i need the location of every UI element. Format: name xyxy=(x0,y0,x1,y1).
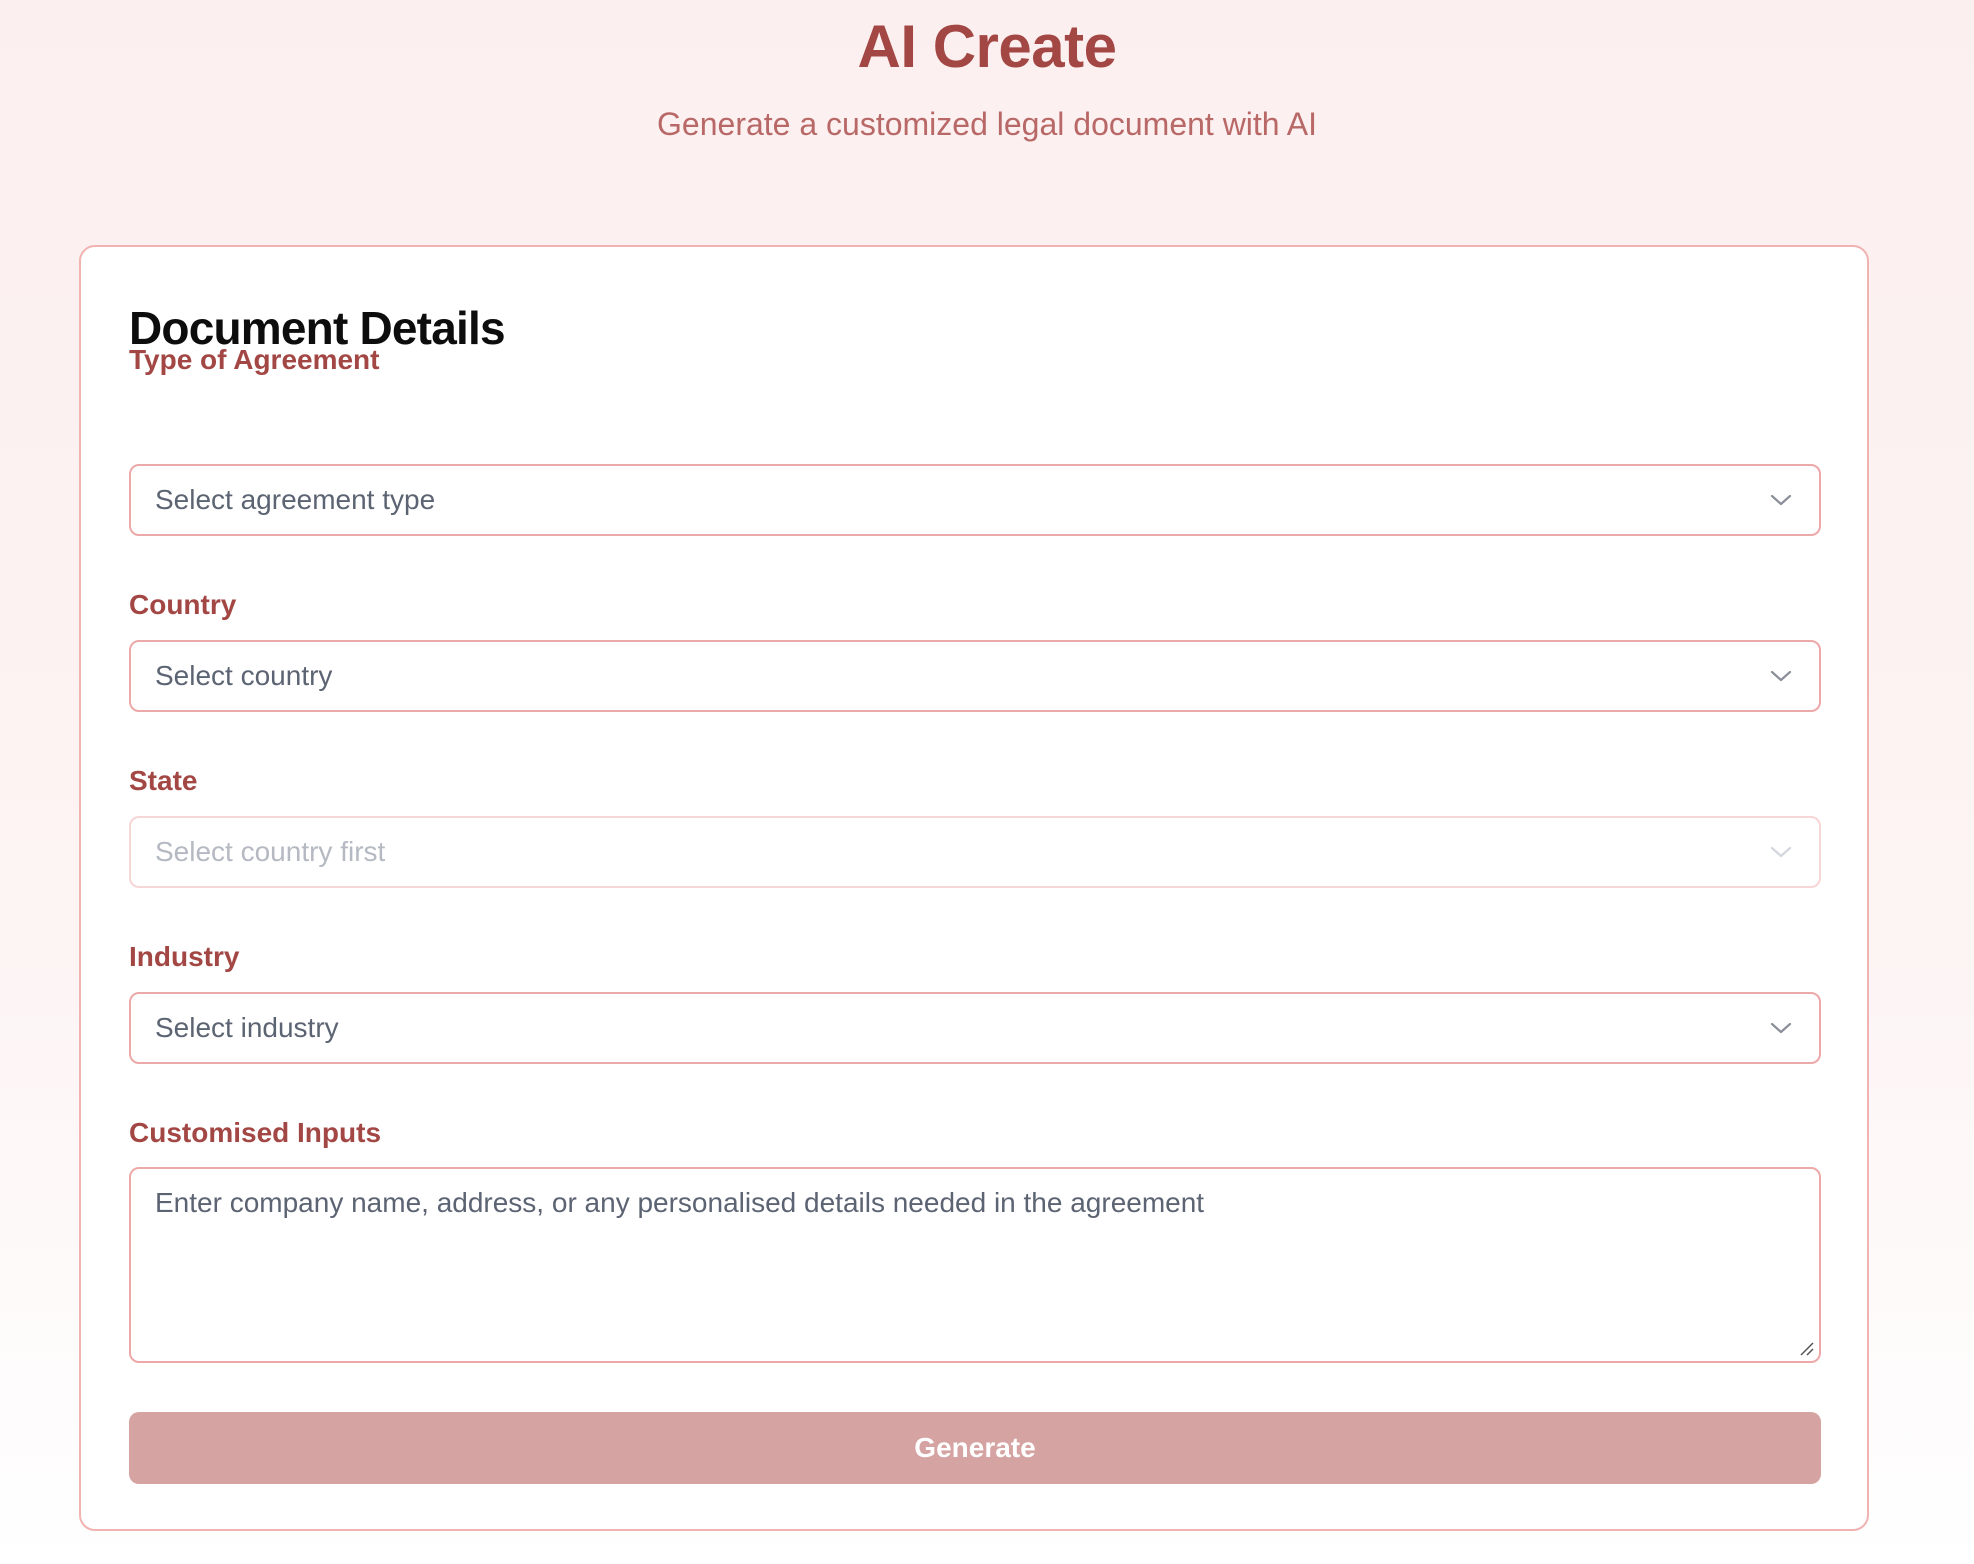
custom-inputs-placeholder: Enter company name, address, or any pers… xyxy=(155,1187,1205,1218)
state-select: Select country first xyxy=(129,816,1821,888)
agreement-type-select[interactable]: Select agreement type xyxy=(129,464,1821,536)
custom-inputs-label: Customised Inputs xyxy=(129,1117,382,1148)
generate-button[interactable]: Generate xyxy=(129,1412,1821,1484)
chevron-down-icon xyxy=(1769,490,1793,510)
industry-placeholder: Select industry xyxy=(155,1012,339,1043)
chevron-down-icon xyxy=(1769,842,1793,862)
agreement-type-placeholder: Select agreement type xyxy=(155,484,436,515)
custom-inputs-textarea[interactable]: Enter company name, address, or any pers… xyxy=(129,1167,1821,1363)
page-title: AI Create xyxy=(857,13,1117,80)
page-subtitle: Generate a customized legal document wit… xyxy=(657,106,1317,142)
chevron-down-icon xyxy=(1769,1018,1793,1038)
state-placeholder: Select country first xyxy=(155,836,386,867)
chevron-down-icon xyxy=(1769,666,1793,686)
agreement-type-label: Type of Agreement xyxy=(129,344,380,375)
country-select[interactable]: Select country xyxy=(129,640,1821,712)
country-placeholder: Select country xyxy=(155,660,333,691)
industry-label: Industry xyxy=(129,941,240,972)
resize-grip-icon[interactable] xyxy=(1797,1339,1815,1357)
state-label: State xyxy=(129,765,198,796)
industry-select[interactable]: Select industry xyxy=(129,992,1821,1064)
country-label: Country xyxy=(129,589,237,620)
document-details-card: Document Details Type of Agreement Selec… xyxy=(79,245,1869,1531)
